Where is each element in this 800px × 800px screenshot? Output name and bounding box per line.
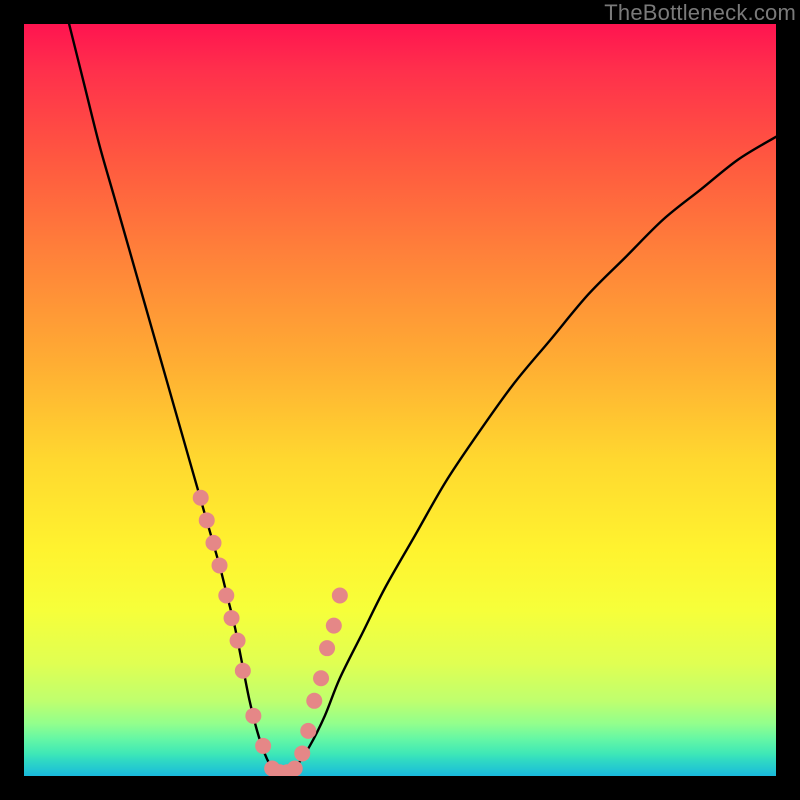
watermark: TheBottleneck.com [604,0,796,26]
plot-gradient-background [24,24,776,776]
chart-frame: TheBottleneck.com [0,0,800,800]
plot-area-border [24,24,776,776]
